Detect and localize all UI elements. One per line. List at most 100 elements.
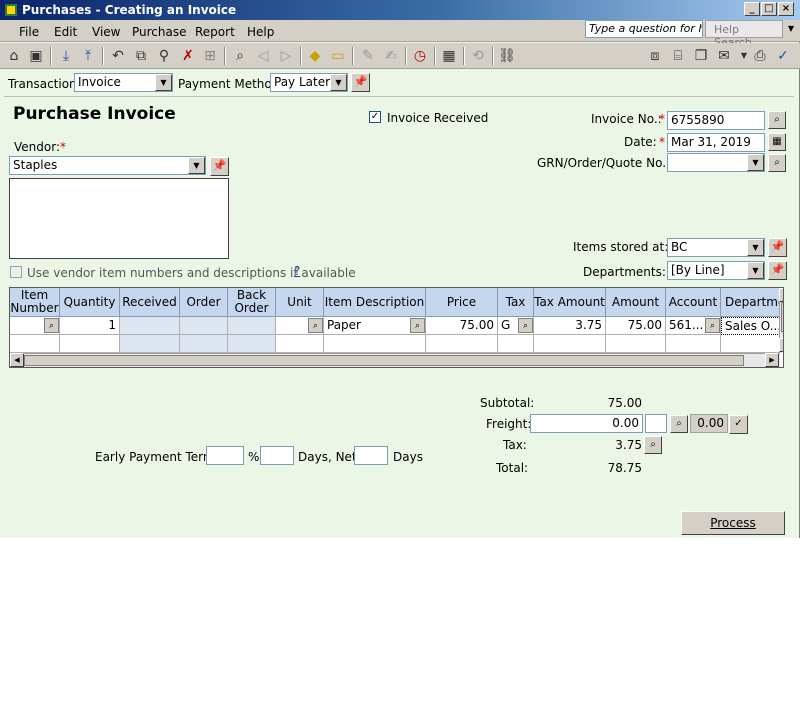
- pin-icon[interactable]: 📌: [768, 238, 787, 257]
- windows-icon[interactable]: ⧈: [645, 46, 665, 66]
- note-icon[interactable]: ▭: [328, 46, 348, 66]
- print-icon[interactable]: ⎙: [750, 46, 770, 66]
- minimize-icon[interactable]: _: [744, 2, 760, 16]
- use-vendor-items-checkbox[interactable]: [10, 266, 22, 278]
- edit-icon[interactable]: ✎: [358, 46, 378, 66]
- invoice-received-checkbox[interactable]: ✓: [369, 111, 381, 123]
- cell-empty[interactable]: [666, 335, 721, 353]
- horizontal-scrollbar[interactable]: ◀ ▶: [10, 353, 780, 367]
- refresh-icon[interactable]: ⟲: [468, 46, 488, 66]
- email-icon[interactable]: ✉: [714, 46, 734, 66]
- menu-file[interactable]: File: [19, 25, 39, 39]
- pin-icon[interactable]: 📌: [210, 157, 229, 176]
- upload-icon[interactable]: ⤒: [78, 46, 98, 66]
- save-icon[interactable]: ⤓: [56, 46, 76, 66]
- scroll-thumb[interactable]: [24, 355, 744, 366]
- help-question-input[interactable]: Type a question for help: [585, 20, 703, 38]
- chevron-down-icon[interactable]: ▼: [155, 74, 172, 91]
- calculator-icon[interactable]: ▦: [439, 46, 459, 66]
- help-search-button[interactable]: Help Search: [705, 20, 783, 49]
- link-icon[interactable]: ⛓: [497, 46, 517, 66]
- timeslip-icon[interactable]: ◷: [410, 46, 430, 66]
- invoice-no-input[interactable]: 6755890: [667, 111, 765, 130]
- window-icon[interactable]: ▣: [26, 46, 46, 66]
- search-icon[interactable]: ⌕: [644, 436, 662, 454]
- home-icon[interactable]: ⌂: [4, 46, 24, 66]
- process-button[interactable]: Process: [681, 511, 785, 535]
- menu-report[interactable]: Report: [195, 25, 235, 39]
- scroll-down-icon[interactable]: ▼: [779, 338, 783, 352]
- copy-icon[interactable]: ⧉: [131, 46, 151, 66]
- freight-tax-code-input[interactable]: [645, 414, 667, 433]
- recalc-icon[interactable]: ⊞: [200, 46, 220, 66]
- lookup-icon[interactable]: ⌕: [230, 46, 250, 66]
- ok-check-icon[interactable]: ✓: [773, 46, 793, 66]
- cell-price[interactable]: 75.00: [426, 317, 498, 335]
- net-days-input[interactable]: [354, 446, 388, 465]
- search-icon[interactable]: ⌕: [308, 318, 323, 333]
- invoice-lookup-icon[interactable]: ⌕: [768, 111, 786, 129]
- scroll-left-icon[interactable]: ◀: [10, 353, 24, 367]
- vendor-address-box[interactable]: [9, 178, 229, 259]
- percent-label: %: [248, 450, 260, 464]
- scroll-thumb[interactable]: [781, 302, 783, 332]
- cell-quantity[interactable]: 1: [60, 317, 120, 335]
- freight-input[interactable]: 0.00: [530, 414, 643, 433]
- pin-icon[interactable]: 📌: [768, 261, 787, 280]
- delete-icon[interactable]: ✗: [178, 46, 198, 66]
- calendar-icon[interactable]: ▦: [768, 133, 786, 151]
- chevron-down-icon[interactable]: ▼: [747, 239, 764, 256]
- chevron-down-icon[interactable]: ▼: [747, 154, 764, 171]
- undo-icon[interactable]: ↶: [108, 46, 128, 66]
- days-net-label: Days, Net: [298, 450, 357, 464]
- search-icon[interactable]: ⌕: [518, 318, 533, 333]
- scroll-up-icon[interactable]: ▲: [779, 288, 783, 302]
- chevron-down-icon[interactable]: ▼: [747, 262, 764, 279]
- pin-icon[interactable]: 📌: [351, 73, 370, 92]
- preview-icon[interactable]: ⌸: [668, 46, 688, 66]
- vertical-scrollbar[interactable]: ▲ ▼: [779, 288, 783, 353]
- help-link[interactable]: ?: [294, 264, 300, 278]
- discount-days-input[interactable]: [260, 446, 294, 465]
- vendor-select[interactable]: Staples: [9, 156, 206, 175]
- cell-empty[interactable]: [426, 335, 498, 353]
- cell-empty[interactable]: [721, 335, 780, 353]
- cell-tax-amount[interactable]: 3.75: [534, 317, 606, 335]
- search-icon[interactable]: ⌕: [705, 318, 720, 333]
- cell-amount[interactable]: 75.00: [606, 317, 666, 335]
- cell-empty[interactable]: [498, 335, 534, 353]
- cell-empty[interactable]: [60, 335, 120, 353]
- eraser-icon[interactable]: ◆: [305, 46, 325, 66]
- stack-icon[interactable]: ❐: [691, 46, 711, 66]
- cell-department[interactable]: Sales O...: [721, 317, 780, 335]
- menu-purchase[interactable]: Purchase: [132, 25, 187, 39]
- help-dropdown-icon[interactable]: ▼: [785, 20, 797, 38]
- discount-percent-input[interactable]: [206, 446, 244, 465]
- check-icon[interactable]: ✓: [729, 415, 748, 434]
- previous-icon[interactable]: ◁: [253, 46, 273, 66]
- menu-help[interactable]: Help: [247, 25, 274, 39]
- maximize-icon[interactable]: □: [761, 2, 777, 16]
- search-icon[interactable]: ⌕: [44, 318, 59, 333]
- close-icon[interactable]: ×: [778, 2, 794, 16]
- search-icon[interactable]: ⌕: [670, 415, 688, 433]
- cell-empty: [228, 335, 276, 353]
- menu-edit[interactable]: Edit: [54, 25, 77, 39]
- edit-doc-icon[interactable]: ✍: [381, 46, 401, 66]
- cell-empty[interactable]: [276, 335, 324, 353]
- cell-empty[interactable]: [534, 335, 606, 353]
- cell-empty[interactable]: [10, 335, 60, 353]
- chevron-down-icon[interactable]: ▼: [188, 157, 205, 174]
- cell-empty[interactable]: [324, 335, 426, 353]
- cell-empty: [120, 335, 180, 353]
- search-icon[interactable]: ⌕: [768, 154, 786, 172]
- scroll-right-icon[interactable]: ▶: [765, 353, 779, 367]
- next-icon[interactable]: ▷: [276, 46, 296, 66]
- filter-icon[interactable]: ⚲: [154, 46, 174, 66]
- chevron-down-icon[interactable]: ▼: [330, 74, 347, 91]
- date-input[interactable]: Mar 31, 2019: [667, 133, 765, 152]
- menu-view[interactable]: View: [92, 25, 120, 39]
- search-icon[interactable]: ⌕: [410, 318, 425, 333]
- col-header-price: Price: [426, 288, 498, 317]
- cell-empty[interactable]: [606, 335, 666, 353]
